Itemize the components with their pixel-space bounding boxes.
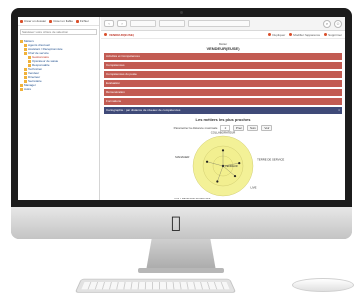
new-folder-label: Créer un dossier [24, 19, 47, 23]
section-training[interactable]: Formations [104, 98, 342, 105]
section-list: Activités et Compétences Compétences Com… [104, 53, 342, 114]
forward-button[interactable]: › [117, 20, 127, 27]
new-folder-button[interactable]: Créer un dossier [20, 19, 46, 23]
apple-logo-icon:  [166, 213, 186, 233]
app-screen: Créer un dossier Créer un fiable Fichier… [18, 17, 345, 200]
new-doc-icon [20, 19, 23, 23]
duplicate-icon [268, 33, 272, 36]
back-button[interactable]: ‹ [104, 20, 114, 27]
breadcrumb-2[interactable] [159, 20, 185, 27]
user-icon[interactable]: ☺ [334, 19, 342, 28]
section-activities[interactable]: Activités et Compétences [104, 53, 342, 60]
search-input[interactable]: Saisissez votre critère de sélection [20, 29, 97, 35]
delete-icon [75, 19, 79, 23]
folder-icon [24, 67, 27, 71]
search-icon[interactable]: ⌕ [323, 19, 331, 28]
section-cartography[interactable]: Cartographie : par distance de niveaux d… [104, 107, 342, 114]
breadcrumb-1[interactable] [130, 20, 156, 27]
new-file-button[interactable]: Créer un fiable [49, 19, 73, 23]
top-toolbar: ‹ › ⌕ ☺ [101, 17, 345, 31]
folder-icon [20, 83, 23, 87]
folder-icon [24, 71, 27, 75]
camera-icon [180, 11, 183, 14]
section-evaluation[interactable]: Evaluation [104, 80, 342, 87]
section-cartography-label: Cartographie : par distance de niveaux d… [106, 108, 181, 112]
radar-center-point [221, 164, 225, 168]
imac-stand-base [138, 268, 224, 273]
section-skills[interactable]: Compétences [104, 62, 342, 69]
new-file-icon [49, 19, 53, 23]
radar-point [216, 180, 219, 183]
record-header: Métier VENDEUR(EUSE) [101, 39, 345, 51]
folder-icon [24, 51, 27, 55]
radar-point [205, 160, 209, 163]
radar-label: TERRE DE SERVICE [257, 158, 284, 162]
main-panel: ‹ › ⌕ ☺ VENDEUR(EUSE) Dupliquer Modifier… [101, 17, 345, 200]
radar-label: MANAGER [175, 155, 189, 159]
duplicate-label: Dupliquer [272, 32, 286, 37]
tree-item[interactable]: Autre [20, 87, 97, 91]
new-file-label: Créer un fiable [53, 19, 73, 23]
appearance-label: Modifier l'apparence [293, 32, 321, 37]
tree-view: Métiers Agents d'accueil Assistant / Récep… [18, 37, 99, 93]
radar-label: COLLABORATEUR PROJET [174, 197, 211, 199]
sidebar: Créer un dossier Créer un fiable Fichier… [18, 17, 100, 200]
cartography-title: Les métiers les plus proches [195, 117, 251, 122]
record-toolbar: VENDEUR(EUSE) Dupliquer Modifier l'appar… [101, 31, 345, 39]
radar-svg: COLLABORATEUR TERRE DE SERVICE LIVE COLLABO… [174, 130, 284, 199]
section-job-skills[interactable]: Compétences du poste [104, 71, 342, 78]
page-title: VENDEUR(EUSE) [206, 46, 240, 51]
radar-point [233, 174, 237, 178]
imac-stand [146, 239, 216, 271]
appearance-icon [289, 33, 293, 36]
section-salary[interactable]: Rémunération [104, 89, 342, 96]
appearance-button[interactable]: Modifier l'apparence [289, 33, 320, 37]
record-name: VENDEUR(EUSE) [109, 32, 134, 37]
radar-point [221, 149, 225, 152]
delete-label: Supprimer [328, 32, 342, 37]
collapse-icon[interactable]: × [338, 107, 340, 114]
file-button[interactable]: Fichier [75, 19, 89, 23]
mouse [292, 278, 354, 292]
radar-point [238, 162, 241, 165]
radar-chart: COLLABORATEUR TERRE DE SERVICE LIVE COLLABO… [101, 129, 345, 199]
delete-button[interactable]: Supprimer [324, 33, 342, 37]
duplicate-button[interactable]: Dupliquer [268, 33, 285, 37]
folder-icon [28, 55, 31, 59]
radar-label: COLLABORATEUR [211, 130, 236, 134]
folder-icon [20, 39, 23, 43]
folder-icon [24, 75, 27, 79]
breadcrumb-3[interactable] [188, 20, 250, 27]
delete-icon [324, 33, 328, 36]
folder-icon [24, 43, 27, 47]
file-label: Fichier [79, 19, 89, 23]
folder-icon [28, 59, 31, 63]
radar-center-label: VENDEUR [225, 164, 238, 168]
radar-label: LIVE [250, 186, 256, 190]
folder-icon [24, 47, 27, 51]
tree-item-label: Autre [24, 87, 32, 91]
folder-icon [20, 87, 23, 91]
keyboard [74, 278, 237, 293]
sidebar-toolbar: Créer un dossier Créer un fiable Fichier [18, 17, 99, 26]
record-icon [104, 33, 107, 36]
